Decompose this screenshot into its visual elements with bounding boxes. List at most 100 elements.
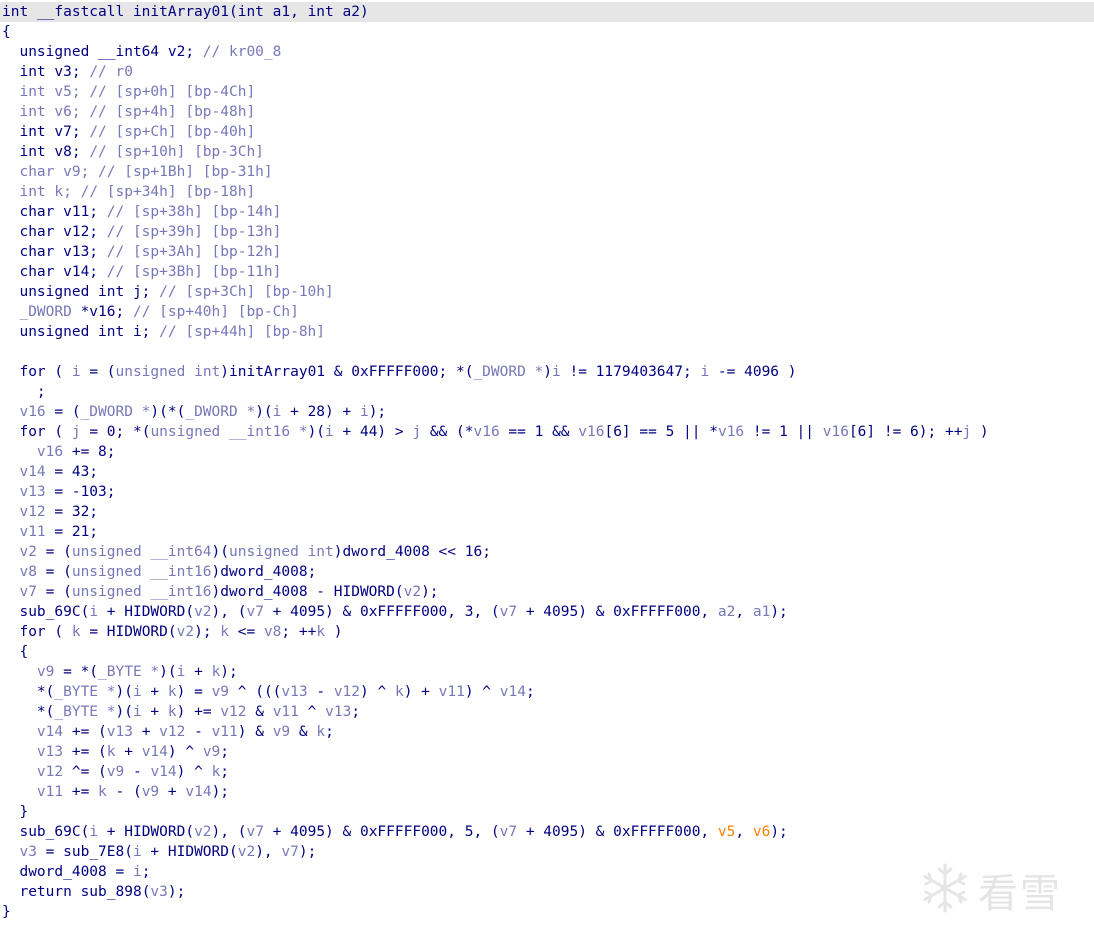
code-token: +	[132, 724, 160, 740]
code-token: )	[211, 584, 221, 600]
code-line[interactable]: v14 = 43;	[2, 462, 98, 482]
code-line[interactable]: unsigned __int64 v2; // kr00_8	[2, 42, 281, 62]
code-line[interactable]: int v6; // [sp+4h] [bp-48h]	[2, 102, 255, 122]
code-line[interactable]: for ( k = HIDWORD(v2); k <= v8; ++k )	[2, 622, 343, 642]
code-token: *v16;	[80, 304, 133, 320]
code-token: );	[421, 584, 439, 600]
code-token: i	[132, 684, 142, 700]
code-line[interactable]: *(_BYTE *)(i + k) += v12 & v11 ^ v13;	[2, 702, 360, 722]
code-token: = 43;	[45, 464, 99, 480]
code-token: v16	[2, 444, 64, 460]
code-line[interactable]: v13 = -103;	[2, 482, 115, 502]
code-token: );	[770, 824, 788, 840]
code-line[interactable]: v11 = 21;	[2, 522, 98, 542]
code-token: j;	[132, 284, 160, 300]
code-line[interactable]: int v5; // [sp+0h] [bp-4Ch]	[2, 82, 255, 102]
code-line[interactable]: int __fastcall initArray01(int a1, int a…	[0, 2, 1094, 22]
code-token: v9	[211, 684, 230, 700]
code-line[interactable]: v13 += (k + v14) ^ v9;	[2, 742, 229, 762]
code-line[interactable]: }	[2, 902, 11, 922]
code-line[interactable]: int v7; // [sp+Ch] [bp-40h]	[2, 122, 255, 142]
code-token: )	[325, 624, 343, 640]
pseudocode-view[interactable]: int __fastcall initArray01(int a1, int a…	[0, 0, 1094, 943]
code-line[interactable]: sub_69C(i + HIDWORD(v2), (v7 + 4095) & 0…	[2, 602, 787, 622]
code-token: int	[237, 4, 273, 20]
code-token: int	[2, 84, 55, 100]
code-token: _DWORD *	[473, 364, 544, 380]
code-line[interactable]: char v11; // [sp+38h] [bp-14h]	[2, 202, 281, 222]
code-token: j	[962, 424, 972, 440]
code-token: v6;	[54, 104, 90, 120]
code-line[interactable]: v2 = (unsigned __int64)(unsigned int)dwo…	[2, 542, 490, 562]
code-line[interactable]: char v9; // [sp+1Bh] [bp-31h]	[2, 162, 272, 182]
code-line[interactable]: v11 += k - (v9 + v14);	[2, 782, 229, 802]
code-line[interactable]: {	[2, 22, 11, 42]
code-line[interactable]: return sub_898(v3);	[2, 882, 185, 902]
code-line[interactable]: sub_69C(i + HIDWORD(v2), (v7 + 4095) & 0…	[2, 822, 788, 842]
code-token: v9	[272, 724, 291, 740]
code-token: = 21;	[45, 524, 99, 540]
code-line[interactable]: {	[2, 642, 28, 662]
code-token: ;	[307, 564, 317, 580]
code-line[interactable]: int k; // [sp+34h] [bp-18h]	[2, 182, 255, 202]
code-token: ,	[735, 824, 753, 840]
code-line[interactable]: v8 = (unsigned __int16)dword_4008;	[2, 562, 316, 582]
code-line[interactable]: char v14; // [sp+3Bh] [bp-11h]	[2, 262, 281, 282]
code-token: ; ++	[281, 624, 317, 640]
code-token: +	[115, 744, 142, 760]
code-line[interactable]: int v8; // [sp+10h] [bp-3Ch]	[2, 142, 263, 162]
code-line[interactable]: v7 = (unsigned __int16)dword_4008 - HIDW…	[2, 582, 439, 602]
code-token: ), (	[211, 604, 247, 620]
code-line[interactable]: char v12; // [sp+39h] [bp-13h]	[2, 222, 281, 242]
code-token: i	[89, 604, 99, 620]
code-token: -	[124, 764, 151, 780]
code-token: sub_898	[80, 884, 142, 900]
code-token: v7	[281, 844, 299, 860]
code-token: v11	[2, 524, 46, 540]
code-token: // [sp+38h] [bp-14h]	[106, 204, 282, 220]
code-token: v14	[2, 464, 46, 480]
code-token: // [sp+39h] [bp-13h]	[106, 224, 282, 240]
code-line[interactable]: for ( i = (unsigned int)initArray01 & 0x…	[2, 362, 796, 382]
code-line[interactable]: }	[2, 802, 28, 822]
code-line[interactable]: char v13; // [sp+3Ah] [bp-12h]	[2, 242, 281, 262]
code-token: (	[124, 844, 133, 860]
code-line[interactable]: v12 = 32;	[2, 502, 98, 522]
code-line[interactable]: _DWORD *v16; // [sp+40h] [bp-Ch]	[2, 302, 298, 322]
code-token: v11	[211, 724, 238, 740]
code-token: _BYTE *	[54, 704, 116, 720]
code-line[interactable]: v9 = *(_BYTE *)(i + k);	[2, 662, 238, 682]
code-token: unsigned __int16 *	[150, 424, 308, 440]
code-line[interactable]: v12 ^= (v9 - v14) ^ k;	[2, 762, 229, 782]
code-token: + 28) +	[281, 404, 360, 420]
code-token: v2	[194, 604, 212, 620]
code-token: )(	[307, 424, 326, 440]
code-token: )	[220, 364, 230, 380]
code-line[interactable]: ;	[2, 382, 46, 402]
code-token: (	[54, 624, 72, 640]
code-line[interactable]: *(_BYTE *)(i + k) = v9 ^ (((v13 - v12) ^…	[2, 682, 535, 702]
code-token: ;	[2, 384, 46, 400]
code-line[interactable]: v16 += 8;	[2, 442, 116, 462]
code-token: k	[211, 664, 221, 680]
code-token: i	[132, 844, 142, 860]
code-line[interactable]: v14 += (v13 + v12 - v11) & v9 & k;	[2, 722, 334, 742]
code-line[interactable]: int v3; // r0	[2, 62, 133, 82]
code-token: = 32;	[45, 504, 99, 520]
code-token: = (	[36, 584, 72, 600]
code-token: int	[2, 124, 55, 140]
code-token: dword_4008	[220, 564, 308, 580]
code-line[interactable]: unsigned int i; // [sp+44h] [bp-8h]	[2, 322, 325, 342]
code-token: + 4095) & 0xFFFFF000,	[517, 824, 718, 840]
code-line[interactable]: v16 = (_DWORD *)(*(_DWORD *)(i + 28) + i…	[2, 402, 386, 422]
code-token: v3	[150, 884, 168, 900]
code-line[interactable]: unsigned int j; // [sp+3Ch] [bp-10h]	[2, 282, 333, 302]
code-token: int __fastcall	[2, 4, 133, 20]
code-token: = (	[80, 364, 116, 380]
code-token: unsigned __int16	[71, 564, 212, 580]
code-line[interactable]: dword_4008 = i;	[2, 862, 150, 882]
code-token: v16	[717, 424, 745, 440]
code-token: - HIDWORD(	[307, 584, 404, 600]
code-line[interactable]: v3 = sub_7E8(i + HIDWORD(v2), v7);	[2, 842, 316, 862]
code-line[interactable]: for ( j = 0; *(unsigned __int16 *)(i + 4…	[2, 422, 988, 442]
